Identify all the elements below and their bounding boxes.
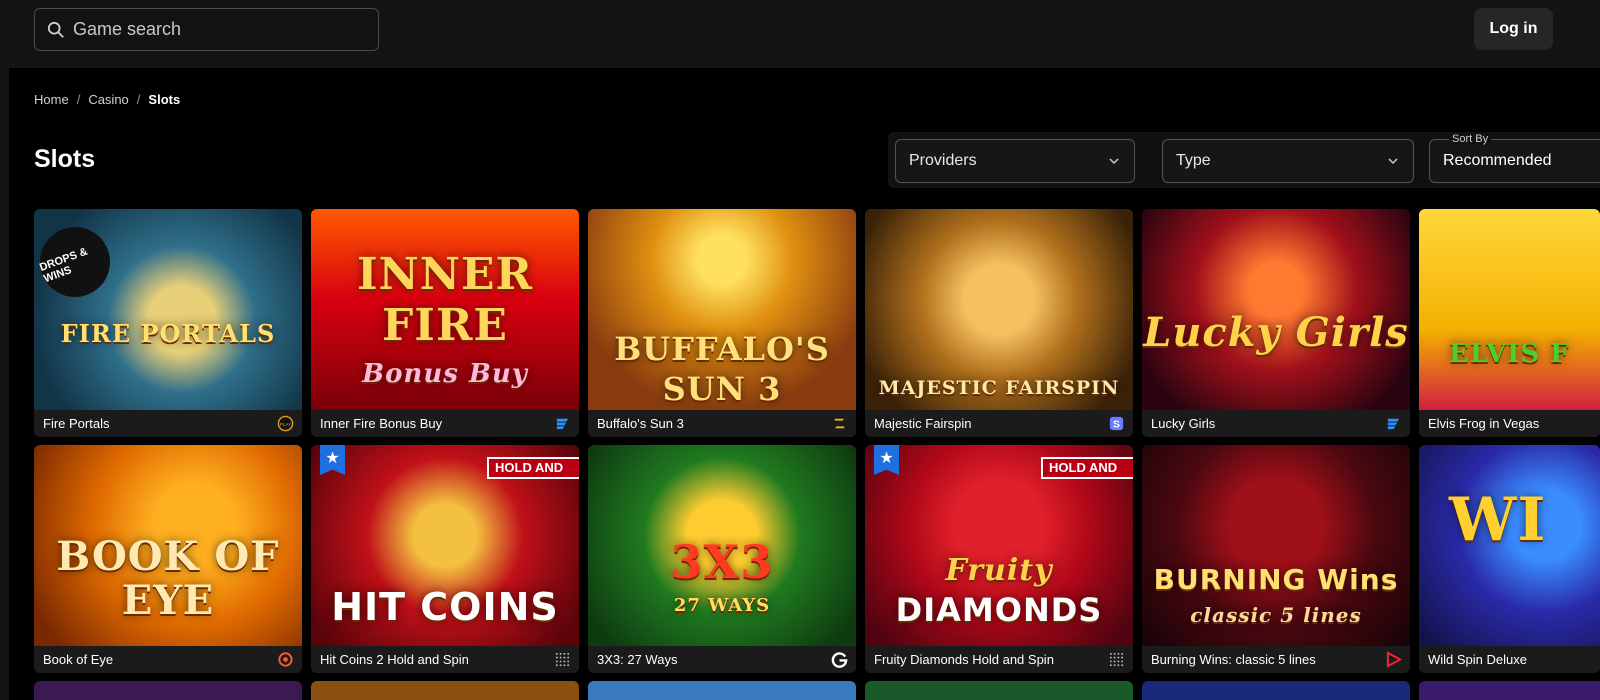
search-input[interactable]: [73, 19, 363, 40]
sort-by-caption: Sort By: [1449, 133, 1492, 145]
type-dropdown[interactable]: Type: [1162, 139, 1414, 183]
game-card[interactable]: DROPS & WINS FIRE PORTALS Fire Portals P…: [34, 209, 302, 437]
game-title: Burning Wins: classic 5 lines: [1142, 646, 1410, 673]
chevron-down-icon: [1109, 158, 1119, 165]
game-card[interactable]: BURNING Wins classic 5 lines Burning Win…: [1142, 445, 1410, 673]
hold-and-badge: HOLD AND: [1041, 457, 1133, 479]
login-button[interactable]: Log in: [1474, 8, 1553, 50]
type-label: Type: [1176, 152, 1211, 169]
provider-dots-icon: [1109, 652, 1124, 667]
game-title: Lucky Girls: [1142, 410, 1410, 437]
game-thumbnail: WI: [1419, 445, 1600, 646]
sidebar-edge: [0, 68, 9, 700]
game-thumbnail: ★ HOLD AND Fruity DIAMONDS: [865, 445, 1133, 646]
game-thumbnail: INNER FIRE Bonus Buy: [311, 209, 579, 410]
game-art-title: WI: [1449, 485, 1547, 555]
provider-play-icon: [1386, 651, 1402, 668]
game-art-title: 3X3: [670, 535, 774, 589]
game-title: Buffalo's Sun 3: [588, 410, 856, 437]
provider-play-circle-icon: PLAY: [277, 415, 294, 432]
game-title: Fruity Diamonds Hold and Spin: [865, 646, 1133, 673]
featured-star-badge: ★: [320, 445, 345, 475]
game-art-title: BUFFALO'S SUN 3: [614, 330, 830, 408]
game-art-title: BURNING Wins: [1153, 563, 1399, 596]
game-card-partial[interactable]: [34, 681, 302, 700]
game-card-partial[interactable]: [588, 681, 856, 700]
game-title: Wild Spin Deluxe: [1419, 646, 1600, 673]
game-thumbnail: ★ HOLD AND HIT COINS: [311, 445, 579, 646]
game-art-title: DIAMONDS: [895, 591, 1103, 629]
game-art-subtitle: Bonus Buy: [362, 359, 528, 389]
game-thumbnail: 3X3 27 WAYS: [588, 445, 856, 646]
game-card-partial[interactable]: [1419, 681, 1600, 700]
breadcrumb-casino[interactable]: Casino: [88, 92, 128, 107]
game-title: Inner Fire Bonus Buy: [311, 410, 579, 437]
provider-g-icon: [831, 652, 848, 668]
game-art-title: ELVIS F: [1449, 339, 1570, 369]
game-art-subtitle: Fruity: [945, 553, 1053, 588]
provider-target-icon: [278, 652, 293, 667]
svg-text:PLAY: PLAY: [280, 422, 293, 428]
game-thumbnail: BOOK OF EYE: [34, 445, 302, 646]
game-title: Hit Coins 2 Hold and Spin: [311, 646, 579, 673]
game-card[interactable]: BUFFALO'S SUN 3 Buffalo's Sun 3: [588, 209, 856, 437]
game-card-partial[interactable]: [1142, 681, 1410, 700]
game-card-partial[interactable]: [311, 681, 579, 700]
game-card[interactable]: Lucky Girls Lucky Girls: [1142, 209, 1410, 437]
game-art-title: HIT COINS: [331, 585, 559, 629]
game-card[interactable]: ★ HOLD AND Fruity DIAMONDS Fruity Diamon…: [865, 445, 1133, 673]
breadcrumb-current: Slots: [148, 92, 181, 107]
game-art-subtitle: 27 WAYS: [673, 595, 771, 616]
game-card[interactable]: INNER FIRE Bonus Buy Inner Fire Bonus Bu…: [311, 209, 579, 437]
provider-dots-icon: [555, 652, 570, 667]
provider-z-icon: [834, 418, 845, 429]
sort-value: Recommended: [1443, 152, 1552, 169]
game-title: Elvis Frog in Vegas: [1419, 410, 1600, 437]
breadcrumb-separator: /: [76, 92, 81, 107]
top-bar: Log in: [0, 0, 1600, 68]
game-card[interactable]: ELVIS F Elvis Frog in Vegas: [1419, 209, 1600, 437]
hold-and-badge: HOLD AND: [487, 457, 579, 479]
game-art-title: INNER FIRE: [356, 249, 534, 351]
game-title: 3X3: 27 Ways: [588, 646, 856, 673]
chevron-down-icon: [1388, 158, 1398, 165]
game-thumbnail: ELVIS F: [1419, 209, 1600, 410]
game-thumbnail: DROPS & WINS FIRE PORTALS: [34, 209, 302, 410]
game-thumbnail: BUFFALO'S SUN 3: [588, 209, 856, 410]
game-title: Fire Portals: [34, 410, 302, 437]
game-art-subtitle: classic 5 lines: [1190, 603, 1362, 627]
filter-bar: Providers Type Recommended Sort By: [888, 132, 1600, 188]
game-title: Book of Eye: [34, 646, 302, 673]
featured-star-badge: ★: [874, 445, 899, 475]
game-card[interactable]: 3X3 27 WAYS 3X3: 27 Ways: [588, 445, 856, 673]
breadcrumb-separator: /: [136, 92, 141, 107]
game-thumbnail: MAJESTIC FAIRSPIN: [865, 209, 1133, 410]
providers-dropdown[interactable]: Providers: [895, 139, 1135, 183]
provider-stripes-icon: [1387, 418, 1400, 430]
breadcrumb: Home / Casino / Slots: [34, 92, 180, 107]
game-card-partial[interactable]: [865, 681, 1133, 700]
game-art-title: FIRE PORTALS: [60, 319, 276, 348]
drops-wins-text: DROPS & WINS: [38, 245, 90, 286]
page-title: Slots: [34, 145, 96, 173]
provider-stripes-icon: [556, 418, 569, 430]
game-art-title: Lucky Girls: [1143, 309, 1409, 356]
provider-s-icon: S: [1109, 416, 1124, 430]
providers-label: Providers: [909, 152, 977, 169]
game-card[interactable]: ★ HOLD AND HIT COINS Hit Coins 2 Hold an…: [311, 445, 579, 673]
svg-text:S: S: [1113, 419, 1120, 430]
game-card[interactable]: MAJESTIC FAIRSPIN Majestic Fairspin S: [865, 209, 1133, 437]
game-card[interactable]: BOOK OF EYE Book of Eye: [34, 445, 302, 673]
game-thumbnail: BURNING Wins classic 5 lines: [1142, 445, 1410, 646]
search-icon: [47, 21, 64, 38]
game-title: Majestic Fairspin: [865, 410, 1133, 437]
game-art-title: BOOK OF EYE: [56, 533, 280, 624]
game-thumbnail: Lucky Girls: [1142, 209, 1410, 410]
drops-wins-badge: DROPS & WINS: [34, 217, 120, 307]
breadcrumb-home[interactable]: Home: [34, 92, 69, 107]
game-card[interactable]: WI Wild Spin Deluxe: [1419, 445, 1600, 673]
game-search-box[interactable]: [34, 8, 379, 51]
game-art-title: MAJESTIC FAIRSPIN: [878, 377, 1120, 399]
sort-by-dropdown[interactable]: Recommended: [1429, 139, 1600, 183]
